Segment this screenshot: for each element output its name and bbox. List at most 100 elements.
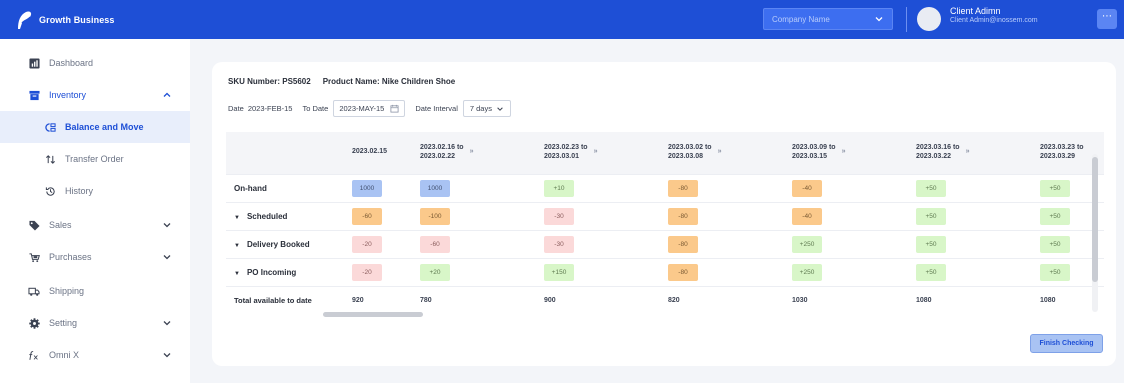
value-pill[interactable]: +250 [792, 263, 822, 281]
total-value: 1030 [786, 285, 910, 312]
expand-triangle-icon[interactable]: ▼ [234, 215, 240, 221]
horizontal-scrollbar[interactable] [323, 312, 423, 317]
column-header[interactable]: 2023.03.02 to 2023.03.08» [662, 132, 786, 174]
expand-triangle-icon[interactable]: ▼ [234, 271, 240, 277]
vertical-scrollbar[interactable] [1092, 157, 1098, 282]
sidebar-item-shipping[interactable]: Shipping [0, 275, 190, 307]
value-pill[interactable]: -20 [352, 263, 382, 281]
value-pill[interactable]: +50 [916, 207, 946, 225]
table-cell: -20 [346, 257, 414, 286]
avatar[interactable] [917, 7, 941, 31]
table-cell: -80 [662, 257, 786, 286]
value-pill[interactable]: -80 [668, 179, 698, 197]
sidebar-item-label: History [65, 186, 94, 196]
table-row: ▼ PO Incoming -20 +20 +150 -80 +250 +50 +50 [226, 257, 1104, 286]
finish-checking-button[interactable]: Finish Checking [1030, 334, 1103, 353]
sidebar: Dashboard Inventory Balance and Move Tra… [0, 39, 190, 383]
value-pill[interactable]: +150 [544, 263, 574, 281]
expand-arrow-icon[interactable]: » [470, 148, 474, 157]
sidebar-item-transfer-order[interactable]: Transfer Order [0, 143, 190, 175]
user-info[interactable]: Client Adimn Client Admin@inossem.com [950, 6, 1038, 26]
sidebar-item-omni-x[interactable]: Omni X [0, 339, 190, 371]
sidebar-item-purchases[interactable]: Purchases [0, 241, 190, 273]
value-pill[interactable]: +50 [916, 179, 946, 197]
value-pill[interactable]: +50 [1040, 263, 1070, 281]
table-cell: +50 [910, 229, 1034, 258]
sidebar-item-balance-and-move[interactable]: Balance and Move [0, 111, 190, 143]
sidebar-item-label: Inventory [49, 90, 87, 100]
sidebar-item-inventory[interactable]: Inventory [0, 79, 190, 111]
sidebar-item-sales[interactable]: Sales [0, 209, 190, 241]
row-label[interactable]: ▼ Delivery Booked [226, 229, 346, 258]
value-pill[interactable]: +250 [792, 235, 822, 253]
brand-logo[interactable]: Growth Business [14, 9, 194, 31]
inventory-icon [28, 89, 40, 101]
balance-icon [44, 121, 56, 133]
total-value: 1080 [910, 285, 1034, 312]
user-name: Client Adimn [950, 6, 1001, 16]
table-cell: -80 [662, 173, 786, 202]
value-pill[interactable]: -80 [668, 235, 698, 253]
value-pill[interactable]: +10 [544, 179, 574, 197]
column-header[interactable]: 2023.02.16 to 2023.02.22» [414, 132, 538, 174]
user-email: Client Admin@inossem.com [950, 17, 1038, 25]
expand-arrow-icon[interactable]: » [842, 148, 846, 157]
value-pill[interactable]: -80 [668, 263, 698, 281]
sidebar-item-history[interactable]: History [0, 175, 190, 207]
value-pill[interactable]: -40 [792, 179, 822, 197]
date-interval-value: 7 days [469, 104, 492, 113]
sidebar-item-label: Purchases [49, 252, 92, 262]
more-menu-button[interactable]: ⋯ [1097, 9, 1117, 29]
row-label[interactable]: ▼ PO Incoming [226, 257, 346, 286]
column-header[interactable]: 2023.03.09 to 2023.03.15» [786, 132, 910, 174]
row-label[interactable]: ▼ Scheduled [226, 201, 346, 230]
sidebar-item-label: Shipping [49, 286, 85, 296]
table-cell: -60 [414, 229, 538, 258]
date-from-value[interactable]: 2023-FEB-15 [248, 104, 293, 113]
row-label-text: Scheduled [246, 211, 288, 221]
table-cell: -30 [538, 201, 662, 230]
date-interval-select[interactable]: 7 days [462, 100, 511, 117]
table-cell: -60 [346, 201, 414, 230]
value-pill[interactable]: -30 [544, 207, 574, 225]
balance-table-container[interactable]: 2023.02.15 2023.02.16 to 2023.02.22» 2023… [226, 132, 1104, 312]
table-cell: -30 [538, 229, 662, 258]
table-cell: 1000 [414, 173, 538, 202]
table-cell: +250 [786, 229, 910, 258]
value-pill[interactable]: 1000 [420, 179, 450, 197]
table-cell: +10 [538, 173, 662, 202]
value-pill[interactable]: +50 [1040, 235, 1070, 253]
value-pill[interactable]: -20 [352, 235, 382, 253]
value-pill[interactable]: -60 [420, 235, 450, 253]
value-pill[interactable]: -40 [792, 207, 822, 225]
column-header[interactable]: 2023.02.23 to 2023.03.01» [538, 132, 662, 174]
value-pill[interactable]: 1000 [352, 179, 382, 197]
value-pill[interactable]: +50 [916, 235, 946, 253]
chevron-down-icon [163, 353, 171, 358]
gear-icon [28, 317, 40, 329]
expand-arrow-icon[interactable]: » [594, 148, 598, 157]
expand-arrow-icon[interactable]: » [966, 148, 970, 157]
value-pill[interactable]: -100 [420, 207, 450, 225]
value-pill[interactable]: -80 [668, 207, 698, 225]
value-pill[interactable]: -60 [352, 207, 382, 225]
to-date-picker[interactable]: 2023-MAY-15 [333, 100, 406, 117]
table-cell: +50 [910, 201, 1034, 230]
value-pill[interactable]: +50 [916, 263, 946, 281]
table-cell: -40 [786, 201, 910, 230]
expand-arrow-icon[interactable]: » [718, 148, 722, 157]
sidebar-item-dashboard[interactable]: Dashboard [0, 47, 190, 79]
chevron-up-icon [163, 92, 171, 97]
value-pill[interactable]: +20 [420, 263, 450, 281]
table-row: On-hand 1000 1000 +10 -80 -40 +50 +50 [226, 173, 1104, 202]
value-pill[interactable]: -30 [544, 235, 574, 253]
column-header[interactable]: 2023.03.16 to 2023.03.22» [910, 132, 1034, 174]
chevron-down-icon [163, 255, 171, 260]
expand-triangle-icon[interactable]: ▼ [234, 243, 240, 249]
sidebar-item-setting[interactable]: Setting [0, 307, 190, 339]
value-pill[interactable]: +50 [1040, 179, 1070, 197]
column-header[interactable]: 2023.02.15 [346, 132, 414, 174]
company-select[interactable]: Company Name [763, 8, 893, 30]
value-pill[interactable]: +50 [1040, 207, 1070, 225]
header-divider [906, 7, 907, 32]
